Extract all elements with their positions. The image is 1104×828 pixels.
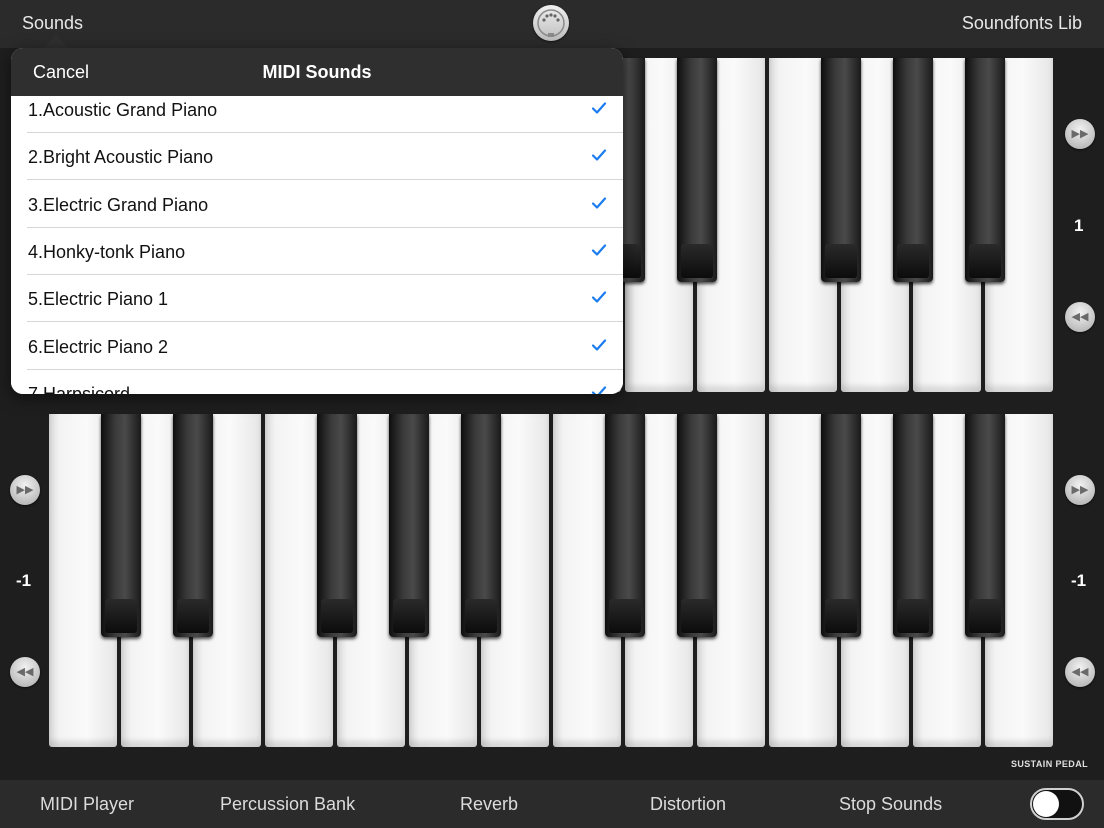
lower-left-octave-up-button[interactable]: ▶▶ <box>10 475 40 505</box>
rewind-icon: ◀◀ <box>1071 311 1089 323</box>
black-key[interactable] <box>893 58 933 282</box>
midi-player-button[interactable]: MIDI Player <box>40 794 134 815</box>
list-item[interactable]: 2.Bright Acoustic Piano <box>11 133 623 181</box>
black-key[interactable] <box>317 414 357 638</box>
toggle-knob <box>1033 791 1059 817</box>
sound-name: 5.Electric Piano 1 <box>28 289 169 310</box>
black-key[interactable] <box>821 58 861 282</box>
reverb-button[interactable]: Reverb <box>460 794 518 815</box>
sound-name: 6.Electric Piano 2 <box>28 336 169 357</box>
list-item[interactable]: 6.Electric Piano 2 <box>11 323 623 370</box>
list-item[interactable]: 5.Electric Piano 1 <box>11 275 623 323</box>
midi-sounds-popover: Cancel MIDI Sounds 1.Acoustic Grand Pian… <box>11 48 623 394</box>
lower-keyboard[interactable] <box>49 414 1056 747</box>
percussion-bank-button[interactable]: Percussion Bank <box>220 794 355 815</box>
lower-left-octave-label: -1 <box>16 571 32 590</box>
checkmark-icon <box>591 384 607 394</box>
distortion-button[interactable]: Distortion <box>650 794 726 815</box>
sustain-pedal-toggle[interactable] <box>1030 788 1084 820</box>
black-key[interactable] <box>101 414 141 638</box>
black-key[interactable] <box>677 414 717 638</box>
lower-right-octave-up-button[interactable]: ▶▶ <box>1065 475 1095 505</box>
rewind-icon: ◀◀ <box>16 666 34 678</box>
midi-connector-icon[interactable] <box>533 5 569 41</box>
stop-sounds-button[interactable]: Stop Sounds <box>839 794 942 815</box>
popover-arrow <box>42 35 70 49</box>
checkmark-icon <box>591 289 607 305</box>
black-key[interactable] <box>173 414 213 638</box>
soundfonts-lib-button[interactable]: Soundfonts Lib <box>962 13 1082 34</box>
checkmark-icon <box>591 242 607 258</box>
black-key[interactable] <box>677 58 717 282</box>
sound-name: 4.Honky-tonk Piano <box>28 241 186 262</box>
black-key[interactable] <box>461 414 501 638</box>
checkmark-icon <box>591 147 607 163</box>
sustain-pedal-label: SUSTAIN PEDAL <box>1010 759 1088 769</box>
list-item[interactable]: 1.Acoustic Grand Piano <box>11 96 623 133</box>
black-key[interactable] <box>965 58 1005 282</box>
upper-octave-up-button[interactable]: ▶▶ <box>1065 119 1095 149</box>
black-key[interactable] <box>389 414 429 638</box>
popover-title: MIDI Sounds <box>262 62 372 82</box>
black-key[interactable] <box>893 414 933 638</box>
black-key[interactable] <box>965 414 1005 638</box>
list-item[interactable]: 3.Electric Grand Piano <box>11 181 623 228</box>
list-item[interactable]: 4.Honky-tonk Piano <box>11 228 623 275</box>
fast-forward-icon: ▶▶ <box>16 484 34 496</box>
checkmark-icon <box>591 337 607 353</box>
fast-forward-icon: ▶▶ <box>1071 128 1089 140</box>
upper-octave-label: 1 <box>1074 216 1084 235</box>
popover-header: Cancel MIDI Sounds <box>11 48 623 96</box>
sound-name: 1.Acoustic Grand Piano <box>28 100 218 120</box>
black-key[interactable] <box>605 414 645 638</box>
sound-name: 2.Bright Acoustic Piano <box>28 147 214 168</box>
top-bar: Sounds Soundfonts Lib <box>0 0 1104 48</box>
sound-name: 3.Electric Grand Piano <box>28 194 209 215</box>
sound-list[interactable]: 1.Acoustic Grand Piano 2.Bright Acoustic … <box>11 96 623 394</box>
lower-left-octave-down-button[interactable]: ◀◀ <box>10 657 40 687</box>
fast-forward-icon: ▶▶ <box>1071 484 1089 496</box>
checkmark-icon <box>591 100 607 116</box>
sound-name: 7.Harpsicord <box>28 383 131 394</box>
bottom-bar: MIDI Player Percussion Bank Reverb Disto… <box>0 780 1104 828</box>
upper-octave-down-button[interactable]: ◀◀ <box>1065 302 1095 332</box>
rewind-icon: ◀◀ <box>1071 666 1089 678</box>
lower-right-octave-label: -1 <box>1071 571 1087 590</box>
checkmark-icon <box>591 195 607 211</box>
sounds-button[interactable]: Sounds <box>22 13 83 34</box>
black-key[interactable] <box>821 414 861 638</box>
lower-right-octave-down-button[interactable]: ◀◀ <box>1065 657 1095 687</box>
list-item[interactable]: 7.Harpsicord <box>11 370 623 394</box>
